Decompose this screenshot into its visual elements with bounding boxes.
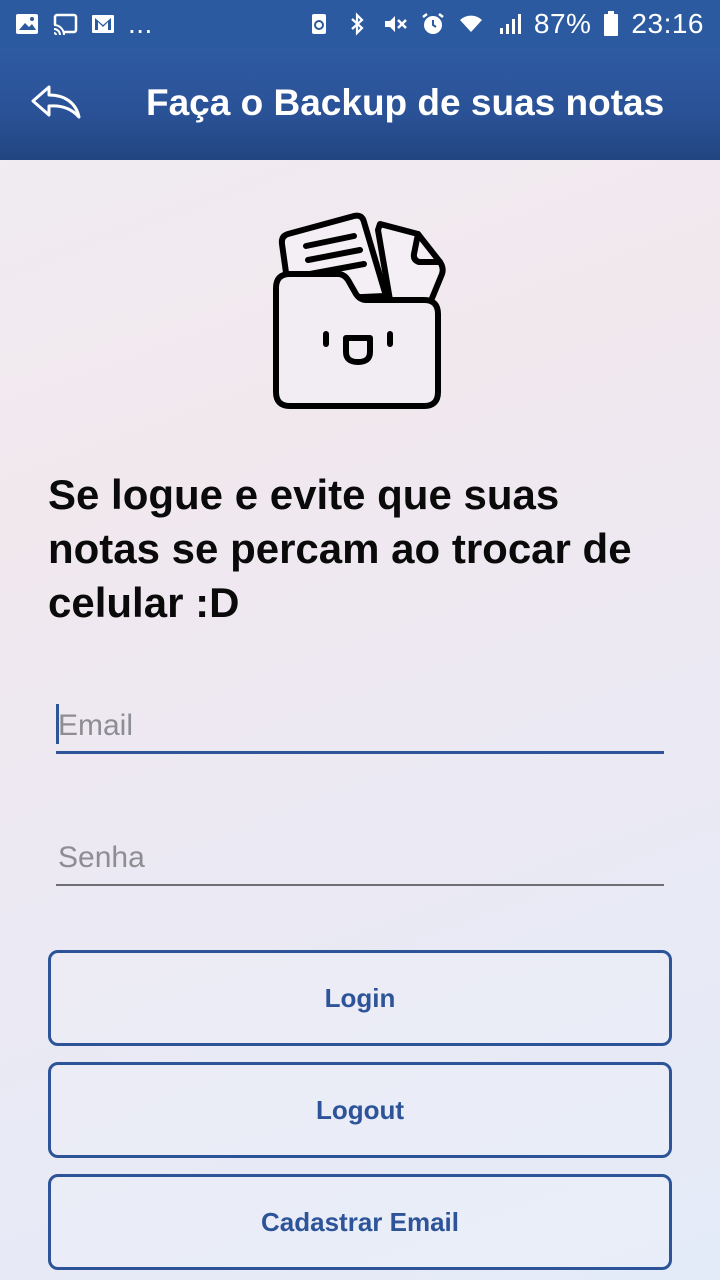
bluetooth-icon [344, 12, 370, 36]
password-underline [56, 884, 664, 886]
alarm-icon [420, 12, 446, 36]
app-bar: Faça o Backup de suas notas [0, 48, 720, 160]
login-button[interactable]: Login [48, 950, 672, 1046]
status-overflow: ... [128, 8, 153, 39]
recycle-icon [306, 12, 332, 36]
mute-icon [382, 12, 408, 36]
status-right: 87% 23:16 [306, 8, 704, 40]
gmail-icon [90, 12, 116, 36]
email-input[interactable] [56, 698, 664, 754]
status-left: ... [14, 8, 153, 40]
email-underline [56, 751, 664, 754]
status-time: 23:16 [631, 8, 704, 39]
signal-icon [496, 12, 522, 36]
text-cursor [56, 704, 59, 744]
email-field[interactable] [56, 698, 664, 754]
battery-icon [603, 11, 619, 36]
folder-with-notes-icon [268, 204, 452, 414]
status-bar: ... 87% 23:16 [0, 0, 720, 48]
back-arrow-icon [31, 85, 81, 119]
cast-icon [52, 12, 78, 36]
back-button[interactable] [26, 78, 86, 128]
wifi-icon [458, 12, 484, 36]
battery-percent: 87% [533, 8, 592, 39]
register-email-button[interactable]: Cadastrar Email [48, 1174, 672, 1270]
login-prompt-heading: Se logue e evite que suas notas se perca… [48, 471, 632, 626]
gallery-icon [14, 12, 40, 36]
password-input[interactable] [56, 830, 664, 886]
password-field[interactable] [56, 830, 664, 886]
logout-button[interactable]: Logout [48, 1062, 672, 1158]
page-title: Faça o Backup de suas notas [146, 82, 665, 123]
